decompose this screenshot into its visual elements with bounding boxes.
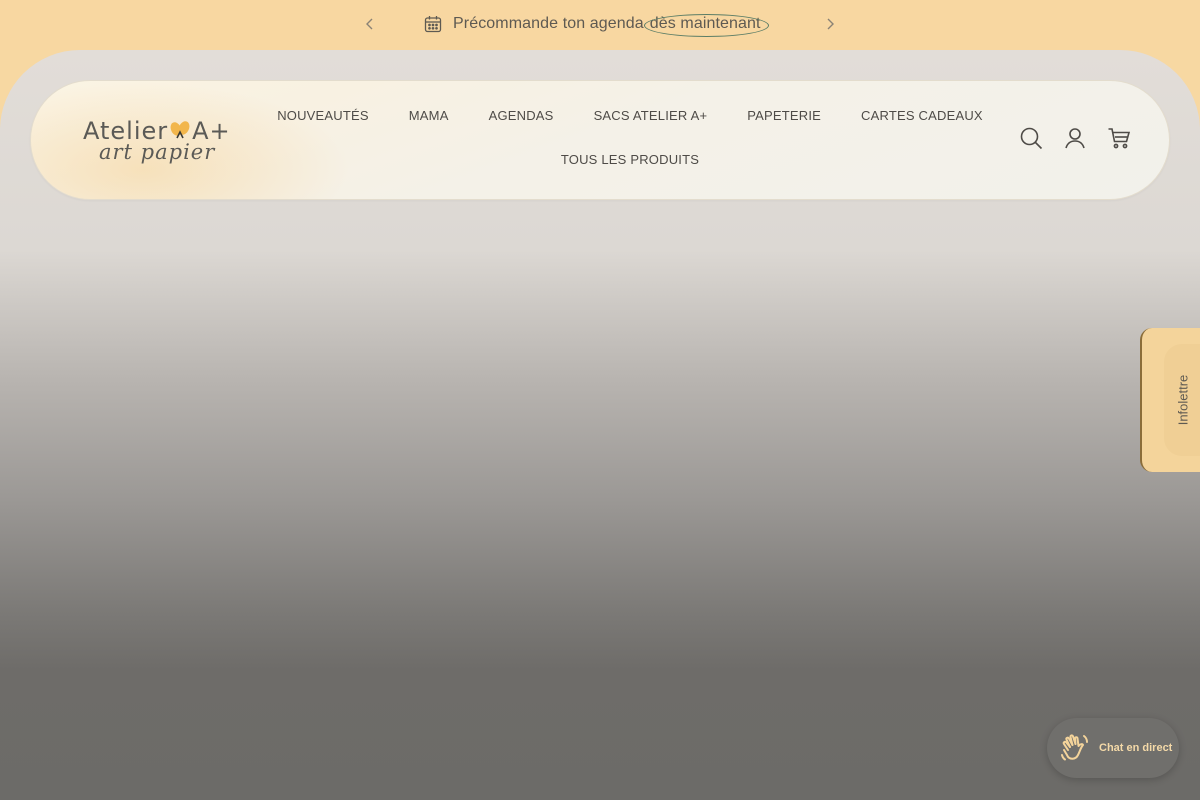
newsletter-label: Infolettre (1175, 374, 1191, 426)
announcement-message: Précommande ton agenda dès maintenant (423, 12, 769, 37)
nav-item-agendas[interactable]: Agendas (489, 108, 554, 123)
search-button[interactable] (1019, 126, 1043, 150)
account-button[interactable] (1063, 126, 1087, 150)
announcement-bar: Précommande ton agenda dès maintenant (0, 0, 1200, 50)
cart-button[interactable] (1107, 126, 1131, 150)
logo-tagline: art papier (99, 140, 216, 164)
account-icon (1065, 128, 1085, 149)
header-actions (1019, 126, 1131, 150)
site-logo[interactable]: Atelier A+ art papier (83, 117, 243, 167)
chat-label: Chat en direct (1099, 742, 1173, 754)
next-announcement-button[interactable] (820, 14, 840, 34)
announcement-text: Précommande ton agenda (453, 15, 644, 32)
main-navigation: Nouveautés Mama Agendas Sacs Atelier A+ … (277, 103, 982, 171)
announcement-link-label: dès maintenant (649, 15, 761, 32)
nav-row-primary: Nouveautés Mama Agendas Sacs Atelier A+ … (277, 103, 982, 127)
calendar-icon (424, 16, 442, 33)
cart-icon (1108, 128, 1131, 149)
nav-item-cartes-cadeaux[interactable]: Cartes cadeaux (861, 108, 983, 123)
chevron-left-icon (366, 18, 373, 30)
butterfly-icon (170, 121, 190, 139)
site-header: Atelier A+ art papier Nouveautés Mama Ag… (30, 80, 1170, 200)
nav-item-mama[interactable]: Mama (409, 108, 449, 123)
nav-item-tous-les-produits[interactable]: Tous les produits (561, 152, 699, 167)
live-chat-button[interactable]: Chat en direct (1047, 718, 1179, 778)
nav-item-papeterie[interactable]: Papeterie (747, 108, 821, 123)
nav-item-nouveautes[interactable]: Nouveautés (277, 108, 369, 123)
announcement-link[interactable]: dès maintenant (643, 14, 769, 37)
newsletter-tab-inner: Infolettre (1164, 344, 1200, 456)
previous-announcement-button[interactable] (360, 14, 380, 34)
chevron-right-icon (827, 18, 834, 30)
search-icon (1020, 127, 1043, 150)
newsletter-tab[interactable]: Infolettre (1140, 328, 1200, 472)
nav-item-sacs-atelier[interactable]: Sacs Atelier A+ (594, 108, 708, 123)
nav-row-secondary: Tous les produits (281, 147, 979, 171)
waving-hand-icon (1061, 734, 1088, 761)
